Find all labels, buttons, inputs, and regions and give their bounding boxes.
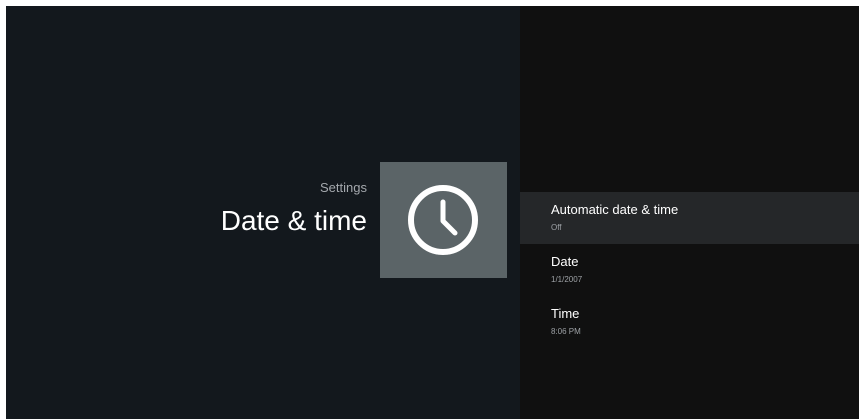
page-header-panel: Settings Date & time <box>6 6 520 419</box>
automatic-date-time-label: Automatic date & time <box>551 202 679 217</box>
time-value: 8:06 PM <box>551 327 581 336</box>
automatic-date-time-value: Off <box>551 223 562 232</box>
settings-screen: Settings Date & time Automatic date & ti… <box>6 6 859 419</box>
date-label: Date <box>551 254 579 269</box>
page-title: Date & time <box>220 205 367 236</box>
time-label: Time <box>551 306 580 321</box>
breadcrumb: Settings <box>320 180 367 195</box>
date-value: 1/1/2007 <box>551 275 583 284</box>
automatic-date-time-item[interactable]: Automatic date & time Off <box>520 192 859 244</box>
date-time-icon-tile <box>380 162 507 278</box>
time-item[interactable]: Time 8:06 PM <box>520 296 859 348</box>
clock-icon <box>408 185 478 255</box>
date-item[interactable]: Date 1/1/2007 <box>520 244 859 296</box>
date-time-settings-list: Automatic date & time Off Date 1/1/2007 … <box>520 6 859 419</box>
